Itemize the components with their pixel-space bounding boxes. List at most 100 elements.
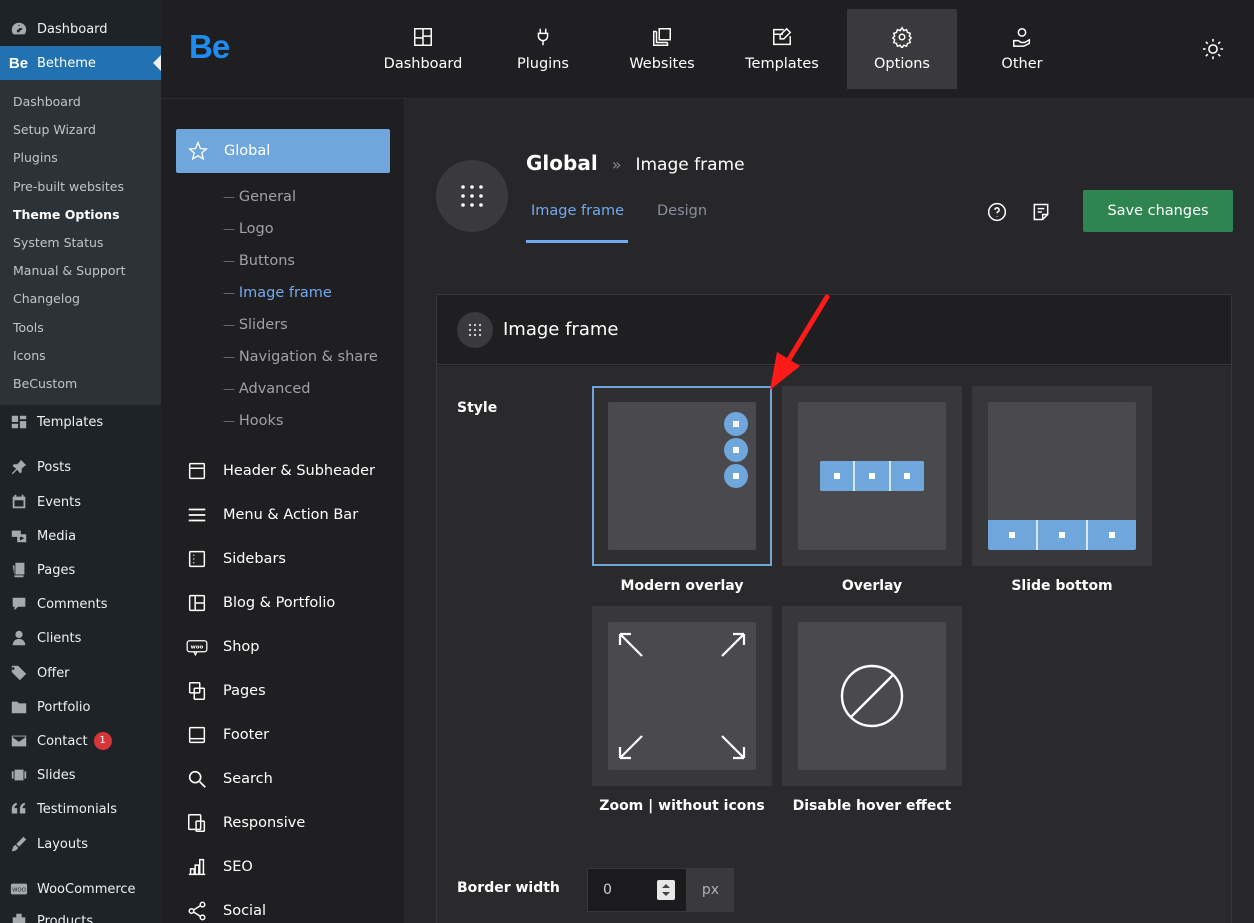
user-icon <box>0 629 37 647</box>
slide-bottom-bar <box>988 520 1136 550</box>
spinner-arrows-icon <box>662 884 670 896</box>
app-root: Dashboard Be Betheme Dashboard Setup Wiz… <box>0 0 1254 923</box>
section-social[interactable]: Social <box>186 900 266 922</box>
style-option-zoom[interactable] <box>592 606 772 786</box>
betheme-logo-icon: Be <box>8 54 29 72</box>
suboption-navigation-share[interactable]: Navigation & share <box>223 349 378 365</box>
wp-menu-woocommerce[interactable]: WOO WooCommerce <box>0 872 161 906</box>
topnav-dashboard[interactable]: Dashboard <box>368 9 478 89</box>
style-option-modern-overlay[interactable] <box>592 386 772 566</box>
submenu-becustom[interactable]: BeCustom <box>13 376 77 391</box>
dashboard-grid-icon <box>414 28 432 46</box>
wp-menu-layouts[interactable]: Layouts <box>0 827 161 861</box>
submenu-prebuilt-websites[interactable]: Pre-built websites <box>13 179 124 194</box>
style-option-disable-hover[interactable] <box>782 606 962 786</box>
save-changes-button[interactable]: Save changes <box>1083 190 1233 232</box>
options-global-item[interactable]: Global <box>176 129 390 173</box>
panel-header: Image frame <box>437 295 1231 365</box>
style-option-overlay[interactable] <box>782 386 962 566</box>
wp-menu-contact[interactable]: Contact 1 <box>0 724 161 758</box>
section-sidebars[interactable]: Sidebars <box>186 548 286 570</box>
panel-body: Style Modern overlay Overlay Slide botto… <box>437 366 1231 923</box>
betheme-logo[interactable]: Be <box>189 28 230 66</box>
wp-menu-dashboard[interactable]: Dashboard <box>0 12 161 46</box>
gear-icon <box>891 26 913 48</box>
section-label: Footer <box>223 727 270 743</box>
submenu-manual-support[interactable]: Manual & Support <box>13 263 126 278</box>
tab-design[interactable]: Design <box>657 203 707 219</box>
suboption-hooks[interactable]: Hooks <box>223 413 284 429</box>
submenu-system-status[interactable]: System Status <box>13 235 103 250</box>
submenu-dashboard[interactable]: Dashboard <box>13 94 81 109</box>
wp-menu-events[interactable]: Events <box>0 485 161 519</box>
wp-menu-label: Portfolio <box>37 699 91 715</box>
section-header-subheader[interactable]: Header & Subheader <box>186 460 375 482</box>
wp-menu-betheme[interactable]: Be Betheme <box>0 46 161 80</box>
wp-menu-pages[interactable]: Pages <box>0 553 161 587</box>
wp-menu-media[interactable]: Media <box>0 519 161 553</box>
submenu-plugins[interactable]: Plugins <box>13 150 58 165</box>
suboption-advanced[interactable]: Advanced <box>223 381 311 397</box>
topnav-templates[interactable]: Templates <box>727 9 837 89</box>
topnav-plugins[interactable]: Plugins <box>488 9 598 89</box>
section-blog-portfolio[interactable]: Blog & Portfolio <box>186 592 335 614</box>
wp-menu-label: Layouts <box>37 836 88 852</box>
sidebar-icon <box>188 550 206 568</box>
wp-menu-slides[interactable]: Slides <box>0 758 161 792</box>
style-option-label: Disable hover effect <box>792 798 952 814</box>
suboption-sliders[interactable]: Sliders <box>223 317 288 333</box>
number-spinner[interactable] <box>657 880 675 900</box>
seo-icon <box>188 858 206 876</box>
suboption-logo[interactable]: Logo <box>223 221 274 237</box>
wp-menu-label: Media <box>37 528 77 544</box>
notification-badge: 1 <box>93 732 112 750</box>
expand-arrows-icon <box>618 632 746 760</box>
topnav-options[interactable]: Options <box>847 9 957 89</box>
templates-icon <box>0 413 37 431</box>
sun-theme-toggle-icon[interactable] <box>1202 38 1224 60</box>
active-tab-indicator <box>526 240 628 243</box>
wp-menu-posts[interactable]: Posts <box>0 450 161 484</box>
wp-menu-label: Clients <box>37 630 82 646</box>
help-icon[interactable] <box>987 202 1007 222</box>
breadcrumb-separator: » <box>611 155 622 174</box>
wp-menu-label: Templates <box>37 414 104 430</box>
wp-menu-label: Events <box>37 494 82 510</box>
other-hand-icon <box>1013 28 1031 47</box>
breadcrumb-section[interactable]: Global <box>526 151 598 175</box>
wp-menu-clients[interactable]: Clients <box>0 621 161 655</box>
submenu-theme-options[interactable]: Theme Options <box>13 207 120 222</box>
style-option-slide-bottom[interactable] <box>972 386 1152 566</box>
suboption-buttons[interactable]: Buttons <box>223 253 295 269</box>
section-responsive[interactable]: Responsive <box>186 812 305 834</box>
submenu-setup-wizard[interactable]: Setup Wizard <box>13 122 96 137</box>
notes-icon[interactable] <box>1031 202 1051 222</box>
submenu-icons[interactable]: Icons <box>13 348 46 363</box>
section-menu-action-bar[interactable]: Menu & Action Bar <box>186 504 358 526</box>
overlay-bar <box>820 461 924 491</box>
wp-menu-testimonials[interactable]: Testimonials <box>0 792 161 826</box>
topnav-other[interactable]: Other <box>967 9 1077 89</box>
wp-menu-comments[interactable]: Comments <box>0 587 161 621</box>
section-footer[interactable]: Footer <box>186 724 269 746</box>
topnav-websites[interactable]: Websites <box>607 9 717 89</box>
submenu-changelog[interactable]: Changelog <box>13 291 80 306</box>
section-shop[interactable]: woo Shop <box>186 636 259 658</box>
submenu-tools[interactable]: Tools <box>13 320 44 335</box>
woo-icon: WOO <box>0 880 37 898</box>
section-seo[interactable]: SEO <box>186 856 253 878</box>
section-label: SEO <box>223 859 253 875</box>
dashboard-icon <box>0 20 37 38</box>
tab-image-frame[interactable]: Image frame <box>531 203 624 219</box>
wp-menu-templates[interactable]: Templates <box>0 405 161 439</box>
wp-menu-products[interactable]: Products <box>0 904 161 923</box>
wp-menu-offer[interactable]: Offer <box>0 656 161 690</box>
wp-menu-portfolio[interactable]: Portfolio <box>0 690 161 724</box>
section-search[interactable]: Search <box>186 768 273 790</box>
suboption-image-frame[interactable]: Image frame <box>223 285 332 301</box>
plug-icon <box>537 28 549 46</box>
suboption-general[interactable]: General <box>223 189 296 205</box>
section-pages[interactable]: Pages <box>186 680 266 702</box>
calendar-icon <box>0 493 37 511</box>
grid-dots-icon[interactable] <box>436 160 508 232</box>
